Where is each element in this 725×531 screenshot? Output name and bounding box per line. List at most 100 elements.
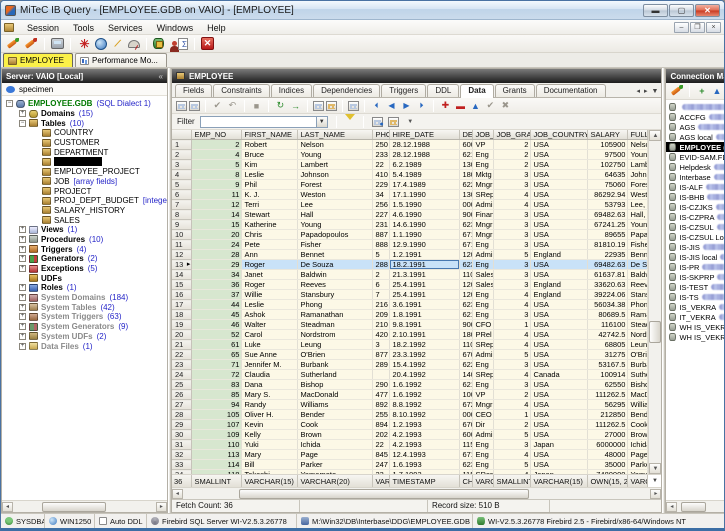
connection-item-is-czsul-local[interactable]: IS-CZSUL Local xyxy=(666,232,725,242)
grid-cell[interactable]: 212850 xyxy=(588,410,628,420)
grid-cell[interactable]: Willie xyxy=(242,290,298,300)
grid-cell[interactable]: Walter xyxy=(242,320,298,330)
table-row[interactable]: 35KimLambert226.2.1989130Eng2USA102750La… xyxy=(172,160,648,170)
grid-cell[interactable]: Phil xyxy=(242,180,298,190)
maximize-button[interactable]: ▢ xyxy=(669,4,694,17)
grid-cell[interactable]: 102750 xyxy=(588,160,628,170)
grid-cell[interactable]: Hall xyxy=(298,210,373,220)
row-number-cell[interactable]: 1 xyxy=(172,140,192,150)
grid-cell[interactable]: 600 xyxy=(460,140,473,150)
table-row[interactable]: 48LeslieJohnson4105.4.1989180Mktg3USA646… xyxy=(172,170,648,180)
grid-cell[interactable]: 12.9.1990 xyxy=(390,240,460,250)
grid-cell[interactable]: USA xyxy=(531,150,588,160)
grid-cell[interactable]: 623 xyxy=(460,260,473,270)
scroll-up-icon[interactable]: ▲ xyxy=(649,130,661,141)
grid-cell[interactable]: Eng xyxy=(473,310,494,320)
grid-cell[interactable]: USA xyxy=(531,300,588,310)
grid-cell[interactable]: 4 xyxy=(192,150,242,160)
grid-cell[interactable]: 20 xyxy=(192,230,242,240)
grid-cell[interactable]: 2 xyxy=(494,140,531,150)
grid-cell[interactable]: 25.4.1991 xyxy=(390,280,460,290)
grid-cell[interactable]: Janet xyxy=(242,270,298,280)
scroll-left-icon[interactable]: ◂ xyxy=(172,489,183,499)
grid-cell[interactable]: 3 xyxy=(494,270,531,280)
session-tab-performance-mo[interactable]: Performance Mo... xyxy=(75,53,167,67)
row-number-cell[interactable]: 29 xyxy=(172,420,192,430)
refresh-icon[interactable]: ↻ xyxy=(274,99,287,112)
row-number-cell[interactable]: 16 xyxy=(172,290,192,300)
grid-cell[interactable]: Admin xyxy=(473,250,494,260)
grid-cell[interactable]: Burbank xyxy=(298,360,373,370)
grid-cell[interactable]: 4.2.1993 xyxy=(390,430,460,440)
row-number-cell[interactable]: 3 xyxy=(172,160,192,170)
grid-cell[interactable]: 216 xyxy=(373,300,390,310)
grid-cell[interactable]: 44 xyxy=(192,300,242,310)
grid-cell[interactable]: Jennifer M. xyxy=(242,360,298,370)
connect-carrot-icon[interactable] xyxy=(669,84,684,98)
grid-cell[interactable]: 3 xyxy=(494,280,531,290)
grid-cell[interactable]: Kim xyxy=(242,160,298,170)
tree-minus-icon[interactable]: − xyxy=(19,120,26,127)
grid-cell[interactable]: 5.4.1989 xyxy=(390,170,460,180)
grid-cell[interactable]: Pete xyxy=(242,240,298,250)
grid-cell[interactable]: Baldwin xyxy=(628,270,648,280)
broom-icon[interactable]: ∕ xyxy=(109,35,126,51)
grid-cell[interactable]: K. J. xyxy=(242,190,298,200)
next-record-icon[interactable]: ▶ xyxy=(400,99,413,112)
grid-cell[interactable]: Dana xyxy=(242,380,298,390)
grid-cell[interactable]: 114 xyxy=(192,460,242,470)
grid-cell[interactable]: 5 xyxy=(494,460,531,470)
grid-cell[interactable]: USA xyxy=(531,200,588,210)
grid-cell[interactable]: 477 xyxy=(373,390,390,400)
grid-cell[interactable]: Sales xyxy=(473,280,494,290)
grid-cell[interactable]: 671 xyxy=(460,450,473,460)
gauge-icon[interactable] xyxy=(128,40,140,48)
column-customize-dropdown-icon[interactable]: ▼ xyxy=(648,475,661,487)
delete-record-icon[interactable]: ▬ xyxy=(454,99,467,112)
menu-services[interactable]: Services xyxy=(101,22,150,34)
grid-cell[interactable]: Fisher, xyxy=(628,240,648,250)
tree-plus-icon[interactable]: + xyxy=(19,255,26,262)
grid-cell[interactable]: 23.3.1992 xyxy=(390,350,460,360)
tab-fields[interactable]: Fields xyxy=(175,84,212,97)
grid-cell[interactable]: De Sou xyxy=(628,260,648,270)
filter-dropdown-icon[interactable]: ▼ xyxy=(316,117,327,127)
grid-cell[interactable]: 670 xyxy=(460,350,473,360)
connection-item-is-test[interactable]: IS-TEST xyxy=(666,282,725,292)
grid-cell[interactable]: 3 xyxy=(373,340,390,350)
grid-cell[interactable]: Young xyxy=(298,220,373,230)
grid-cell[interactable]: 22 xyxy=(373,160,390,170)
grid-cell[interactable]: 892 xyxy=(373,400,390,410)
column-header-dep[interactable]: DEP xyxy=(460,130,473,140)
row-number-cell[interactable]: 14 xyxy=(172,270,192,280)
grid-cell[interactable]: 62550 xyxy=(588,380,628,390)
edit-record-icon[interactable]: ▲ xyxy=(469,99,482,112)
tree-plus-icon[interactable]: + xyxy=(19,304,26,311)
mdi-restore-button[interactable]: ❐ xyxy=(690,22,705,33)
grid-cell[interactable]: Nelson, xyxy=(628,140,648,150)
connection-item-wh-is-vekra[interactable]: WH IS_VEKRA xyxy=(666,322,725,332)
grid-cell[interactable]: Parker, xyxy=(628,460,648,470)
table-row[interactable]: 1536RogerReeves625.4.1991120Sales3Englan… xyxy=(172,280,648,290)
grid-cell[interactable]: Terri xyxy=(242,200,298,210)
grid-cell[interactable]: 4.6.1990 xyxy=(390,210,460,220)
grid-cell[interactable]: Williams xyxy=(298,400,373,410)
grid-cell[interactable]: 120 xyxy=(460,290,473,300)
scroll-left-icon[interactable]: ◂ xyxy=(2,502,13,512)
grid-cell[interactable]: 22935 xyxy=(588,250,628,260)
table-row[interactable]: 2794RandyWilliams8928.8.1992672Mngr4USA5… xyxy=(172,400,648,410)
grid-cell[interactable]: Weston xyxy=(298,190,373,200)
grid-cell[interactable]: Fisher xyxy=(298,240,373,250)
grid-cell[interactable]: Lamber xyxy=(628,160,648,170)
grid-cell[interactable]: 210 xyxy=(373,320,390,330)
grid-cell[interactable]: Eng xyxy=(473,300,494,310)
grid-cell[interactable]: Ichida, xyxy=(628,440,648,450)
grid-cell[interactable]: Eng xyxy=(473,260,494,270)
grid-cell[interactable]: Eng xyxy=(473,440,494,450)
connection-item-is-skprp[interactable]: IS-SKPRP xyxy=(666,272,725,282)
grid-cell[interactable]: Bishop, xyxy=(628,380,648,390)
grid-cell[interactable]: 3 xyxy=(494,180,531,190)
grid-cell[interactable]: Young, xyxy=(628,220,648,230)
connection-item-ags[interactable]: AGS xyxy=(666,122,725,132)
row-number-cell[interactable]: 15 xyxy=(172,280,192,290)
